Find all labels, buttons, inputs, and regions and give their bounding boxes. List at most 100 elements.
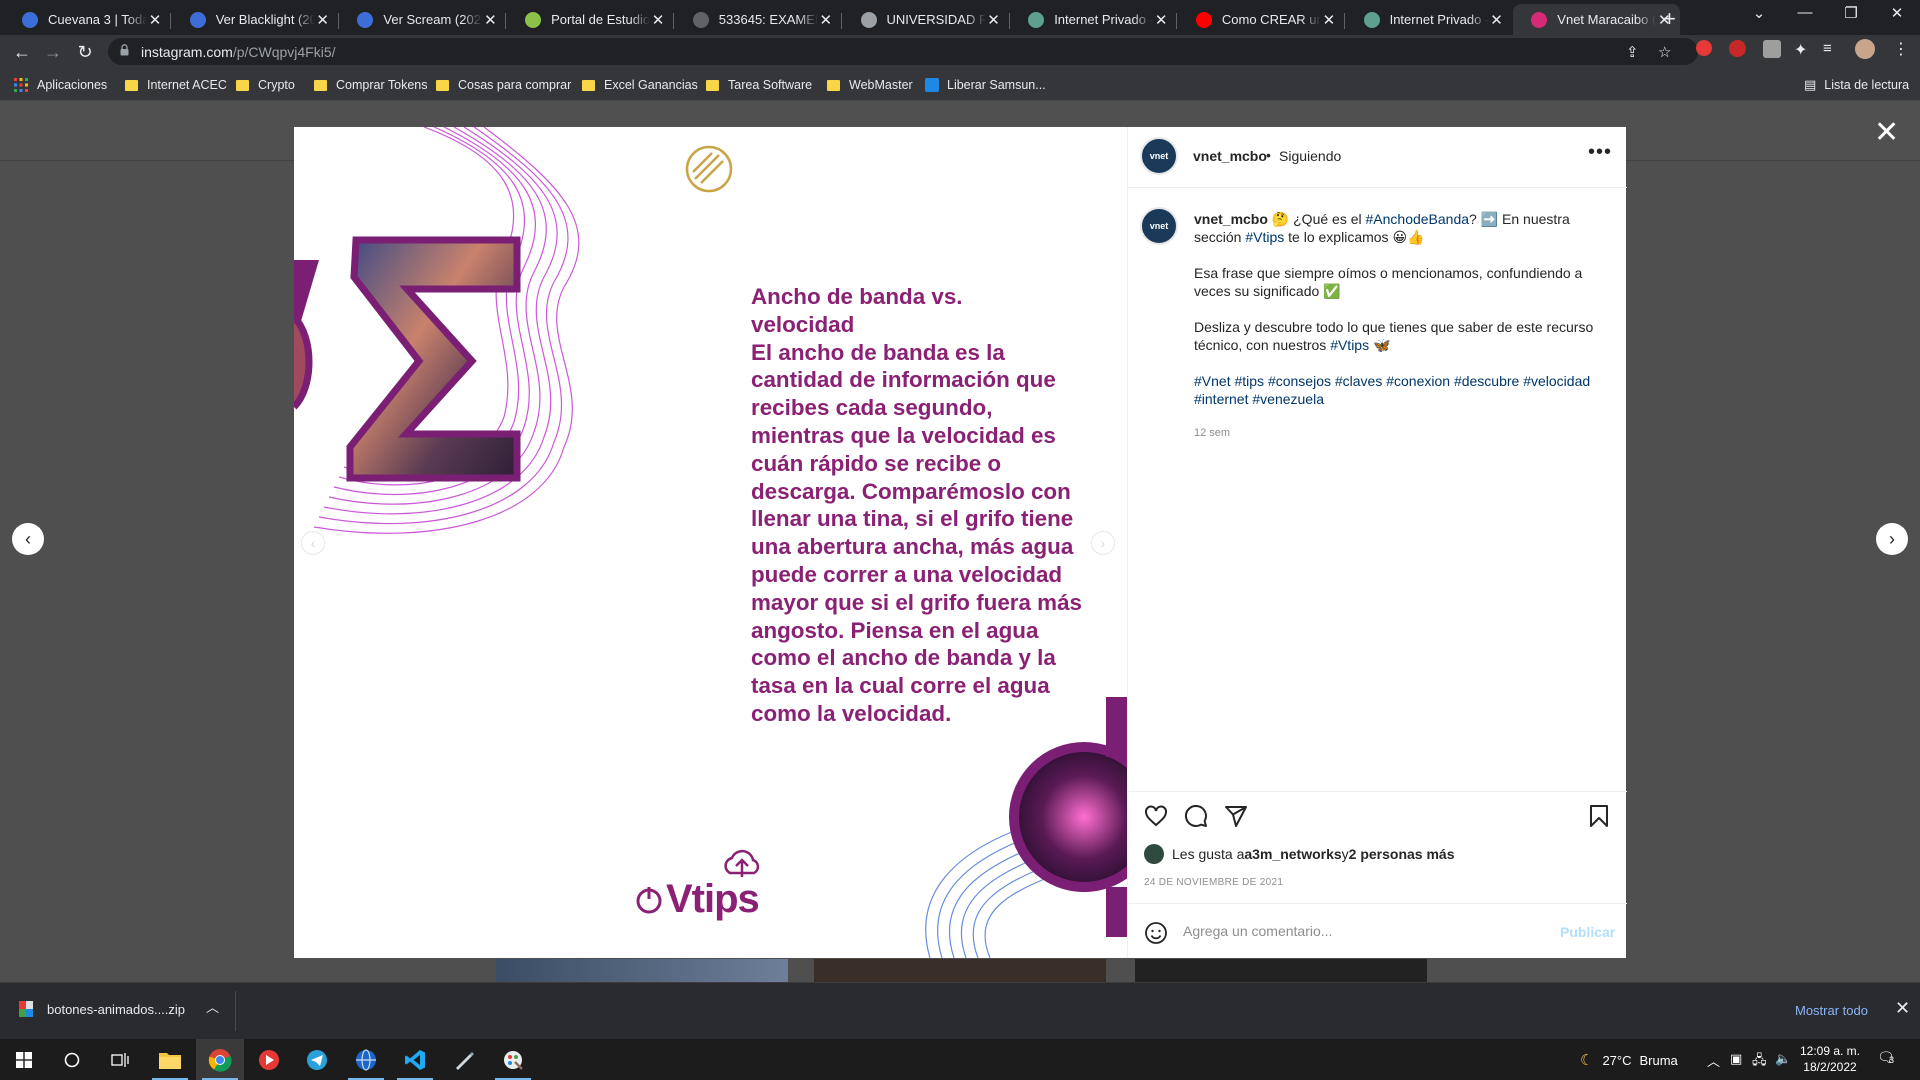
comment-icon[interactable]: [1184, 804, 1208, 828]
reload-button[interactable]: ↻: [72, 39, 98, 65]
caption-username[interactable]: vnet_mcbo: [1194, 211, 1268, 227]
download-item[interactable]: botones-animados....zip: [18, 1000, 185, 1018]
restore-button[interactable]: ❐: [1836, 4, 1866, 22]
author-avatar[interactable]: vnet: [1140, 137, 1178, 175]
volume-icon[interactable]: 🔈: [1775, 1051, 1791, 1067]
following-button[interactable]: Siguiendo: [1279, 148, 1341, 164]
tray-app-icon[interactable]: ▣: [1730, 1051, 1742, 1067]
browser-tab[interactable]: 533645: EXAMEN F✕: [675, 4, 842, 35]
hashtag-link[interactable]: #Vtips: [1330, 337, 1369, 353]
power-icon: [636, 886, 662, 913]
browser-tab[interactable]: Portal de Estudios ✕: [507, 4, 675, 35]
tab-favicon-icon: [525, 11, 542, 28]
tab-close-icon[interactable]: ✕: [482, 11, 498, 29]
author-username[interactable]: vnet_mcbo: [1193, 148, 1267, 164]
media-control-icon[interactable]: ≡: [1823, 40, 1841, 58]
carousel-prev-icon[interactable]: ‹: [301, 531, 325, 555]
hashtag-list[interactable]: #Vnet #tips #consejos #claves #conexion …: [1194, 372, 1614, 408]
likes-others-link[interactable]: 2 personas más: [1349, 846, 1455, 862]
bookmark-apps[interactable]: Aplicaciones: [14, 76, 107, 94]
notification-center-button[interactable]: 🗨 3: [1877, 1049, 1901, 1069]
back-button[interactable]: ←: [9, 39, 35, 65]
adblock-icon[interactable]: [1729, 40, 1746, 57]
browser-tab[interactable]: Ver Scream (2022) ✕: [339, 4, 507, 35]
taskbar-tool-app[interactable]: [440, 1039, 488, 1080]
browser-tab[interactable]: Como CREAR un F✕: [1178, 4, 1345, 35]
task-view-button[interactable]: [96, 1039, 144, 1080]
tab-close-icon[interactable]: ✕: [986, 11, 1002, 29]
taskbar-paint-app[interactable]: [489, 1039, 537, 1080]
close-window-button[interactable]: ✕: [1882, 4, 1912, 22]
carousel-next-icon[interactable]: ›: [1091, 531, 1115, 555]
browser-tab[interactable]: Internet Privado - / ✕: [1010, 4, 1178, 35]
browser-tab[interactable]: Ver Blacklight (202 ✕: [172, 4, 339, 35]
caption-avatar[interactable]: vnet: [1140, 207, 1178, 245]
start-button[interactable]: [0, 1039, 48, 1080]
liker-avatar[interactable]: [1144, 844, 1164, 864]
extension-gray-icon[interactable]: [1763, 40, 1781, 58]
time-ago[interactable]: 12 sem: [1194, 427, 1230, 439]
network-icon[interactable]: 🖧: [1752, 1051, 1767, 1073]
hashtag-link[interactable]: #Vtips: [1245, 229, 1284, 245]
bookmark-label: Crypto: [258, 78, 295, 92]
new-tab-button[interactable]: +: [1663, 6, 1676, 32]
site-favicon-icon: [925, 78, 939, 92]
bookmark-item[interactable]: Tarea Software: [706, 76, 812, 94]
bookmark-item[interactable]: Excel Ganancias: [582, 76, 698, 94]
tab-close-icon[interactable]: ✕: [650, 11, 666, 29]
bookmark-item[interactable]: WebMaster: [827, 76, 913, 94]
tab-close-icon[interactable]: ✕: [1153, 11, 1169, 29]
browser-tab[interactable]: Cuevana 3 | Todas l✕: [4, 4, 171, 35]
tab-close-icon[interactable]: ✕: [1489, 11, 1505, 29]
share-send-icon[interactable]: [1224, 804, 1248, 828]
download-options-chevron-icon[interactable]: ︿: [206, 997, 219, 1016]
chrome-menu-icon[interactable]: ⋮: [1893, 39, 1911, 58]
taskbar-file-explorer[interactable]: [146, 1039, 194, 1080]
search-button[interactable]: [48, 1039, 96, 1080]
emoji-icon[interactable]: [1144, 921, 1168, 945]
bookmark-item[interactable]: Crypto: [236, 76, 295, 94]
next-post-button[interactable]: ›: [1876, 523, 1908, 555]
system-clock[interactable]: 12:09 a. m. 18/2/2022: [1795, 1043, 1865, 1075]
browser-tab[interactable]: Internet Privado - / ✕: [1346, 4, 1513, 35]
taskbar-vscode[interactable]: [391, 1039, 439, 1080]
tab-search-icon[interactable]: ⌄: [1744, 4, 1774, 22]
bookmark-item[interactable]: Cosas para comprar: [436, 76, 571, 94]
bookmark-label: Comprar Tokens: [336, 78, 428, 92]
bookmark-item[interactable]: Comprar Tokens: [314, 76, 427, 94]
like-heart-icon[interactable]: [1144, 804, 1168, 828]
taskbar-chrome[interactable]: [196, 1039, 244, 1080]
publish-button[interactable]: Publicar: [1560, 924, 1615, 940]
save-bookmark-icon[interactable]: [1587, 804, 1611, 828]
bookmark-star-icon[interactable]: ☆: [1658, 43, 1671, 61]
extensions-puzzle-icon[interactable]: ✦: [1794, 40, 1812, 59]
browser-tab[interactable]: UNIVERSIDAD RAF✕: [843, 4, 1010, 35]
share-icon[interactable]: ⇪: [1626, 43, 1639, 61]
profile-avatar[interactable]: [1855, 39, 1875, 59]
reading-list-button[interactable]: ▤ Lista de lectura: [1804, 76, 1909, 94]
taskbar-youtube-app[interactable]: [245, 1039, 293, 1080]
close-modal-icon[interactable]: ✕: [1874, 118, 1899, 148]
prev-post-button[interactable]: ‹: [12, 523, 44, 555]
minimize-button[interactable]: —: [1790, 4, 1820, 21]
extension-red-icon[interactable]: [1696, 40, 1712, 56]
address-bar[interactable]: instagram.com/p/CWqpvj4Fki5/ ⇪ ☆: [108, 38, 1698, 65]
tray-chevron-icon[interactable]: ︿: [1707, 1051, 1720, 1070]
browser-tab[interactable]: Vnet Maracaibo (@✕: [1513, 4, 1681, 35]
bookmark-item[interactable]: Internet ACEC: [125, 76, 227, 94]
tab-close-icon[interactable]: ✕: [1321, 11, 1337, 29]
more-options-icon[interactable]: •••: [1588, 141, 1612, 164]
weather-widget[interactable]: ☾ 27°C Bruma: [1580, 1051, 1678, 1069]
liker-username[interactable]: a3m_networks: [1244, 846, 1341, 862]
tab-close-icon[interactable]: ✕: [818, 11, 834, 29]
taskbar-telegram[interactable]: [293, 1039, 341, 1080]
comment-input[interactable]: [1183, 923, 1543, 939]
forward-button[interactable]: →: [40, 39, 66, 65]
show-all-downloads-link[interactable]: Mostrar todo: [1795, 1003, 1868, 1018]
tab-close-icon[interactable]: ✕: [315, 11, 331, 29]
taskbar-browser-app[interactable]: [342, 1039, 390, 1080]
hashtag-link[interactable]: #AnchodeBanda: [1366, 211, 1470, 227]
tab-close-icon[interactable]: ✕: [147, 11, 163, 29]
bookmark-item[interactable]: Liberar Samsun...: [925, 76, 1046, 94]
close-download-bar-icon[interactable]: ✕: [1895, 998, 1910, 1019]
